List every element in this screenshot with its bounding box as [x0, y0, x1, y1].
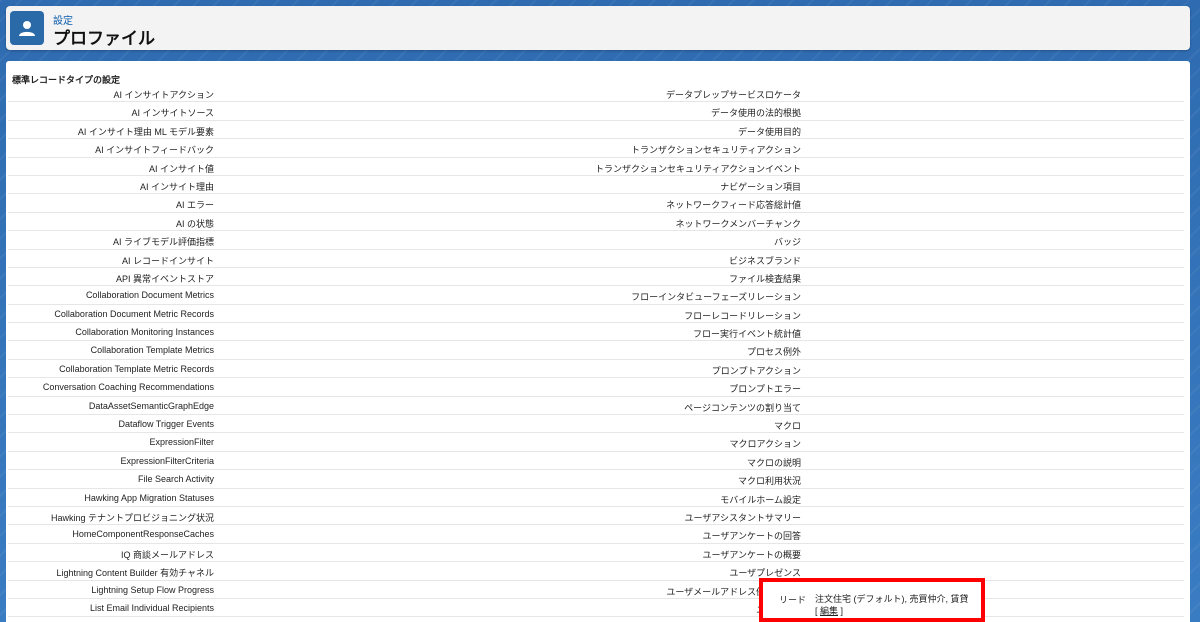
page-title: プロファイル: [53, 29, 155, 48]
record-type-name-left: Conversation Coaching Recommendations: [42, 382, 214, 393]
table-row: Conversation Coaching Recommendations プロン…: [8, 378, 1184, 397]
table-row: AI インサイトフィードバック トランザクションセキュリティアクション: [8, 139, 1184, 158]
table-row: AI ライブモデル評価指標 バッジ: [8, 231, 1184, 250]
table-row: DataAssetSemanticGraphEdge ページコンテンツの割り当て: [8, 397, 1184, 416]
record-type-name-right: ビジネスブランド: [728, 255, 801, 266]
table-row: API 異常イベントストア ファイル検査結果: [8, 268, 1184, 287]
table-row: AI インサイト理由 ナビゲーション項目: [8, 176, 1184, 195]
lead-record-types: 注文住宅 (デフォルト), 売買仲介, 賃貸: [815, 594, 969, 604]
table-row: AI インサイトソース データ使用の法的根拠: [8, 102, 1184, 121]
record-type-name-right: マクロアクション: [729, 439, 801, 450]
table-row: AI レコードインサイト ビジネスブランド: [8, 250, 1184, 268]
table-row: Hawking App Migration Statuses モバイルホーム設定: [8, 489, 1184, 507]
record-type-name-right: ネットワークフィード応答総計値: [666, 200, 801, 211]
record-type-name-right: プロンプトアクション: [711, 365, 801, 376]
record-type-name-left: AI ライブモデル評価指標: [112, 237, 214, 248]
record-type-name-left: Collaboration Document Metrics: [85, 290, 214, 301]
lead-label: リード: [779, 595, 807, 605]
record-type-name-right: モバイルホーム設定: [720, 494, 801, 505]
table-row: Lightning Setup Flow Progress ユーザメールアドレス優…: [8, 581, 1184, 599]
table-row: AI インサイト値 トランザクションセキュリティアクションイベント: [8, 158, 1184, 176]
record-type-name-left: IQ 商談メールアドレス: [120, 549, 214, 560]
record-type-name-left: Lightning Content Builder 有効チャネル: [56, 568, 214, 579]
record-type-name-left: Hawking App Migration Statuses: [84, 492, 214, 503]
table-row: File Search Activity マクロ利用状況: [8, 470, 1184, 489]
record-type-name-left: ExpressionFilterCriteria: [120, 455, 214, 466]
edit-bracket-close: ]: [838, 606, 844, 616]
record-type-name-left: File Search Activity: [137, 474, 214, 485]
record-type-name-right: ユーザアンケートの概要: [702, 549, 801, 560]
record-type-name-right: データ使用の法的根拠: [710, 108, 801, 119]
table-row: Collaboration Template Metrics プロセス例外: [8, 341, 1184, 360]
record-type-name-right: ファイル検査結果: [728, 273, 801, 284]
table-row: Collaboration Monitoring Instances フロー実行イ…: [8, 323, 1184, 342]
record-type-name-right: データプレップサービスロケータ: [665, 90, 801, 100]
record-type-name-left: AI インサイト理由 ML モデル要素: [77, 126, 214, 137]
record-type-table: AI インサイトアクション データプレップサービスロケータ AI インサイトソースデ…: [8, 84, 1184, 622]
record-type-name-left: AI エラー: [175, 200, 214, 211]
table-row: HomeComponentResponseCaches ユーザアンケートの回答: [8, 525, 1184, 544]
lead-value-block: 注文住宅 (デフォルト), 売買仲介, 賃貸 [ 編集 ]: [815, 593, 969, 617]
record-type-name-right: データ使用目的: [737, 126, 801, 137]
record-type-name-right: マクロの説明: [746, 457, 801, 468]
table-row: Collaboration Template Metric Records プロン…: [8, 360, 1184, 379]
table-row: ExpressionFilterCriteria マクロの説明: [8, 452, 1184, 471]
lead-setting-highlight: リード 注文住宅 (デフォルト), 売買仲介, 賃貸 [ 編集 ]: [759, 578, 985, 622]
record-type-name-left: Collaboration Template Metrics: [90, 345, 214, 356]
record-type-name-right: ネットワークメンバーチャンク: [675, 218, 801, 229]
table-row: IQ 商談メールアドレス ユーザアンケートの概要: [8, 544, 1184, 563]
record-type-name-left: ExpressionFilter: [149, 437, 214, 448]
record-type-name-right: トランザクションセキュリティアクション: [630, 145, 801, 156]
record-type-name-right: バッジ: [773, 237, 801, 248]
record-type-name-left: List Email Individual Recipients: [89, 602, 214, 613]
record-type-name-left: Dataflow Trigger Events: [118, 419, 214, 430]
table-row: AI の状態 ネットワークメンバーチャンク: [8, 213, 1184, 232]
table-row: AI インサイト理由 ML モデル要素 データ使用目的: [8, 121, 1184, 140]
main-panel: 標準レコードタイプの設定 AI インサイトアクション データプレップサービスロケー…: [6, 61, 1190, 622]
record-type-name-left: Collaboration Monitoring Instances: [75, 327, 214, 338]
record-type-name-left: AI インサイトソース: [131, 108, 214, 119]
record-type-name-right: プロンプトエラー: [729, 384, 801, 395]
user-profile-icon: [10, 11, 44, 45]
table-row: Collaboration Document Metric Records フロー…: [8, 305, 1184, 324]
record-type-name-right: フローレコードリレーション: [684, 310, 801, 321]
record-type-name-right: プロセス例外: [746, 347, 801, 358]
record-type-name-right: トランザクションセキュリティアクションイベント: [594, 163, 801, 174]
record-type-name-right: フロー実行イベント統計値: [692, 329, 801, 340]
record-type-name-left: Collaboration Template Metric Records: [59, 363, 214, 374]
record-type-name-left: AI の状態: [175, 218, 214, 229]
record-type-name-left: API 異常イベントストア: [115, 273, 214, 284]
table-row: Hawking テナントプロビジョニング状況 ユーザアシスタントサマリー: [8, 507, 1184, 526]
record-type-name-left: AI インサイト理由: [139, 181, 214, 192]
record-type-name-left: HomeComponentResponseCaches: [72, 529, 214, 540]
record-type-name-right: ページコンテンツの割り当て: [684, 402, 801, 413]
lead-edit-line: [ 編集 ]: [815, 605, 969, 617]
table-row: Collaboration Document Metrics フローインタビューフ…: [8, 286, 1184, 305]
table-row: AI インサイトアクション データプレップサービスロケータ: [8, 84, 1184, 103]
table-row: List Email Recipient Sources: [8, 617, 1184, 622]
record-type-name-right: マクロ: [773, 421, 801, 432]
record-type-name-right: ナビゲーション項目: [720, 181, 801, 192]
record-type-name-right: マクロ利用状況: [737, 476, 801, 487]
record-type-name-right: ユーザアシスタントサマリー: [684, 512, 801, 523]
table-row: List Email Individual Recipientsユーザ状況: [8, 599, 1184, 618]
table-row: ExpressionFilter マクロアクション: [8, 433, 1184, 452]
record-type-name-left: AI インサイトフィードバック: [95, 145, 214, 156]
table-row: AI エラー ネットワークフィード応答総計値: [8, 194, 1184, 213]
table-row: Lightning Content Builder 有効チャネル ユーザプレゼンス: [8, 562, 1184, 581]
page-header: 設定 プロファイル: [6, 6, 1190, 50]
record-type-name-left: AI レコードインサイト: [121, 255, 214, 266]
record-type-name-left: Hawking テナントプロビジョニング状況: [50, 512, 214, 523]
record-type-name-left: AI インサイトアクション: [113, 90, 214, 100]
record-type-name-left: Lightning Setup Flow Progress: [91, 584, 214, 595]
table-row: Dataflow Trigger Events マクロ: [8, 415, 1184, 434]
record-type-name-right: フローインタビューフェーズリレーション: [631, 292, 801, 303]
record-type-name-right: ユーザアンケートの回答: [702, 531, 801, 542]
edit-link[interactable]: 編集: [820, 606, 838, 616]
record-type-name-left: AI インサイト値: [148, 163, 214, 174]
record-type-name-left: DataAssetSemanticGraphEdge: [88, 400, 214, 411]
record-type-name-left: Collaboration Document Metric Records: [54, 308, 214, 319]
